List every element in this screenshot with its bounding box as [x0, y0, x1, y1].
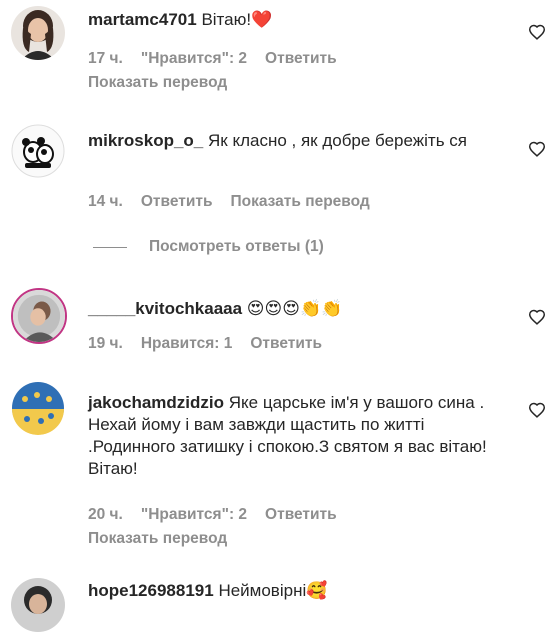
show-translation-button[interactable]: Показать перевод: [88, 74, 227, 91]
heart-outline-icon[interactable]: [528, 141, 546, 157]
avatar[interactable]: [11, 288, 67, 344]
emoji-text: 😍😍😍👏👏: [246, 299, 343, 319]
comment-time[interactable]: 19 ч.: [88, 333, 123, 355]
heart-outline-icon[interactable]: [528, 402, 546, 418]
reply-button[interactable]: Ответить: [265, 504, 337, 526]
heart-outline-icon[interactable]: [528, 24, 546, 40]
avatar[interactable]: [11, 124, 65, 178]
comment-username[interactable]: hope126988191: [88, 581, 214, 600]
comment-username[interactable]: martamc4701: [88, 10, 197, 29]
likes-count[interactable]: "Нравится": 2: [141, 504, 247, 526]
likes-count[interactable]: "Нравится": 2: [141, 48, 247, 70]
comment-text: Як класно , як добре бережіть ся: [208, 131, 468, 150]
avatar[interactable]: [11, 578, 65, 632]
comment-username[interactable]: mikroskop_o_: [88, 131, 203, 150]
avatar[interactable]: [11, 381, 65, 435]
view-replies-label[interactable]: Посмотреть ответы (1): [149, 238, 324, 256]
comment-time[interactable]: 14 ч.: [88, 191, 123, 213]
emoji-text: 🥰: [306, 581, 328, 601]
likes-count[interactable]: Нравится: 1: [141, 333, 232, 355]
show-translation-button[interactable]: Показать перевод: [231, 191, 370, 213]
comment-username[interactable]: _____kvitochkaaaa: [88, 299, 242, 318]
avatar[interactable]: [11, 6, 65, 60]
heart-emoji: ❤️: [251, 10, 273, 30]
comment-time[interactable]: 17 ч.: [88, 48, 123, 70]
comment-username[interactable]: jakochamdzidzio: [88, 393, 224, 412]
reply-button[interactable]: Ответить: [141, 191, 213, 213]
comment-time[interactable]: 20 ч.: [88, 504, 123, 526]
show-translation-button[interactable]: Показать перевод: [88, 530, 227, 547]
reply-button[interactable]: Ответить: [265, 48, 337, 70]
comment-text: Вітаю!: [201, 10, 252, 29]
view-replies-button[interactable]: Посмотреть ответы (1): [93, 238, 324, 256]
heart-outline-icon[interactable]: [528, 309, 546, 325]
reply-button[interactable]: Ответить: [250, 333, 322, 355]
comment-text: Неймовірні: [218, 581, 307, 600]
replies-divider: [93, 246, 127, 248]
